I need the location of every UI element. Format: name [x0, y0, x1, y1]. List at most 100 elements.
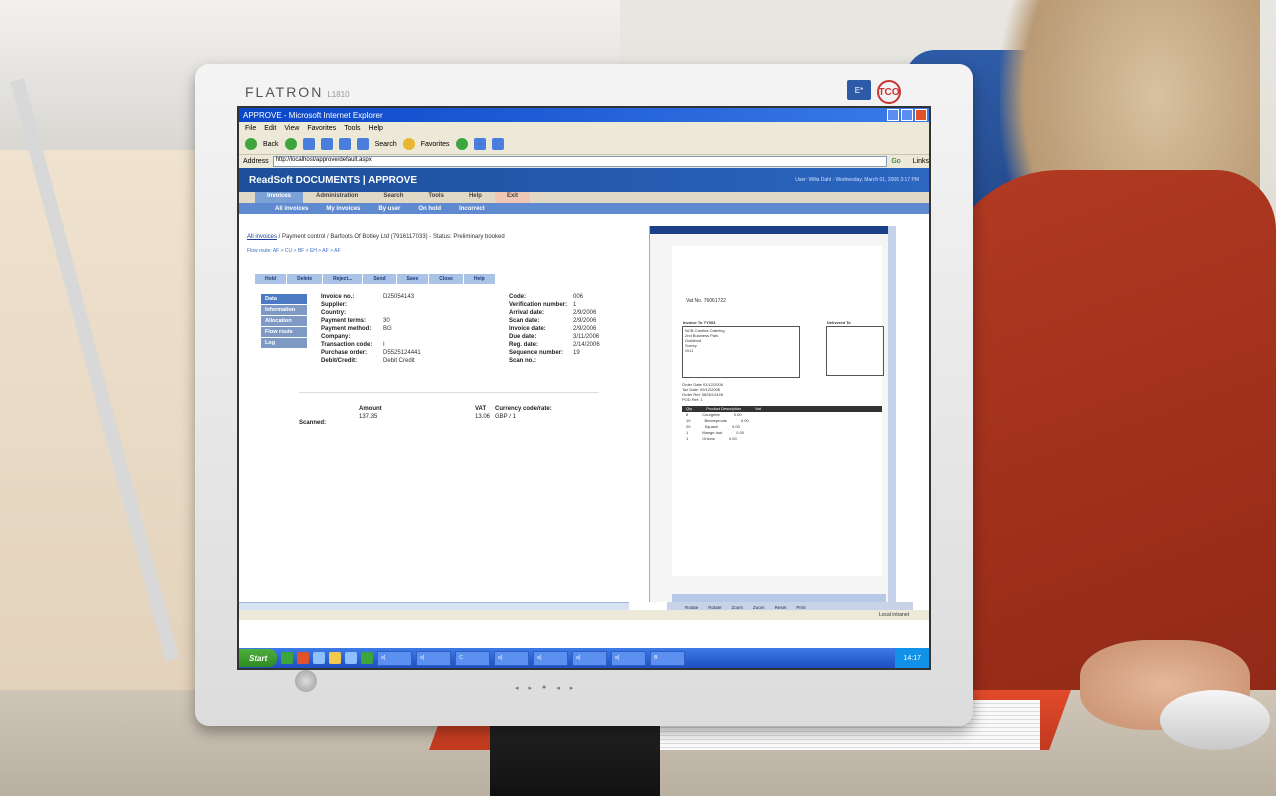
print-button[interactable]: Print [796, 605, 805, 610]
monitor-button[interactable]: ▸ [529, 684, 533, 692]
search-icon[interactable] [356, 138, 369, 150]
minimize-icon[interactable] [887, 109, 899, 121]
favorites-icon[interactable] [402, 138, 415, 150]
flow-route[interactable]: Flow route: AF > CU > BF > EH > AF > AF [247, 248, 341, 254]
field-label: Due date: [509, 334, 537, 340]
subtab-by-user[interactable]: By user [378, 206, 400, 212]
help-button[interactable]: Help [463, 274, 495, 284]
nav-data[interactable]: Data [261, 294, 307, 304]
clock[interactable]: 14:17 [903, 655, 921, 662]
tab-tools[interactable]: Tools [416, 192, 456, 203]
subtab-all-invoices[interactable]: All invoices [275, 206, 308, 212]
scanned-currency[interactable]: GBP / 1 [495, 414, 516, 420]
menu-view[interactable]: View [284, 125, 299, 132]
main-content: All invoices / Payment control / Barfoot… [239, 226, 929, 668]
field-value[interactable]: D25054143 [383, 294, 473, 302]
quicklaunch-icon[interactable] [313, 652, 326, 664]
favorites-button-label[interactable]: Favorites [421, 141, 450, 148]
monitor-brand: FLATRON L1810 [245, 84, 350, 100]
delete-button[interactable]: Delete [287, 274, 323, 284]
tab-exit[interactable]: Exit [494, 192, 530, 203]
taskbar-task[interactable]: e] [494, 650, 530, 666]
breadcrumb-all-invoices[interactable]: All invoices [247, 234, 277, 240]
security-zone: Local intranet [878, 612, 909, 618]
tab-search[interactable]: Search [371, 192, 415, 203]
taskbar-task[interactable]: e] [533, 650, 569, 666]
field-value[interactable]: D5525124441 [383, 350, 473, 358]
tab-administration[interactable]: Administration [304, 192, 370, 203]
media-icon[interactable] [455, 138, 468, 150]
monitor-button[interactable]: ◂ [515, 684, 519, 692]
zoom-in-button[interactable]: Zoom [732, 605, 744, 610]
debit-credit-radio[interactable]: Debit Credit [383, 358, 473, 366]
taskbar-task[interactable]: e] [611, 650, 647, 666]
nav-allocation[interactable]: Allocation [261, 316, 307, 326]
search-button-label[interactable]: Search [375, 141, 397, 148]
monitor-button[interactable]: ◂ [556, 684, 560, 692]
rotate-right-button[interactable]: Rotate [708, 605, 721, 610]
field-label: Supplier: [321, 302, 348, 308]
field-row: Invoice date: 2/9/2006 [509, 326, 663, 334]
reject-button[interactable]: Reject... [323, 274, 363, 284]
tab-invoices[interactable]: Invoices [255, 192, 304, 203]
field-value[interactable]: I [383, 342, 473, 350]
image-horizontal-scrollbar[interactable] [672, 594, 886, 602]
forward-icon[interactable] [284, 138, 297, 150]
taskbar-task[interactable]: e] [572, 650, 608, 666]
field-value[interactable] [383, 302, 473, 310]
maximize-icon[interactable] [901, 109, 913, 121]
subtab-on-hold[interactable]: On hold [418, 206, 441, 212]
home-icon[interactable] [338, 138, 351, 150]
back-button-label[interactable]: Back [263, 141, 279, 148]
mail-icon[interactable] [473, 138, 486, 150]
monitor-button[interactable]: ▸ [570, 684, 574, 692]
menu-help[interactable]: Help [369, 125, 383, 132]
field-value[interactable]: 30 [383, 318, 473, 326]
quicklaunch-icon[interactable] [361, 652, 374, 664]
quicklaunch-icon[interactable] [281, 652, 294, 664]
field-value[interactable] [383, 310, 473, 318]
scanned-vat[interactable]: 13.06 [475, 414, 490, 420]
quicklaunch-icon[interactable] [345, 652, 358, 664]
menu-favorites[interactable]: Favorites [307, 125, 336, 132]
menu-file[interactable]: File [245, 125, 256, 132]
taskbar-task[interactable]: C [455, 650, 491, 666]
nav-information[interactable]: Information [261, 305, 307, 315]
field-value[interactable]: BG [383, 326, 473, 334]
hold-button[interactable]: Hold [255, 274, 287, 284]
nav-flow-route[interactable]: Flow route [261, 327, 307, 337]
monitor-button[interactable]: ● [542, 684, 546, 692]
field-label: Debit/Credit: [321, 358, 357, 364]
print-icon[interactable] [491, 138, 504, 150]
quicklaunch-icon[interactable] [297, 652, 310, 664]
stop-icon[interactable] [302, 138, 315, 150]
rotate-left-button[interactable]: Rotate [685, 605, 698, 610]
menu-tools[interactable]: Tools [344, 125, 360, 132]
image-vertical-scrollbar[interactable] [888, 226, 896, 602]
field-value[interactable] [383, 334, 473, 342]
menu-edit[interactable]: Edit [264, 125, 276, 132]
address-input[interactable]: http://localhost/approve/default.aspx [272, 156, 888, 167]
close-icon[interactable] [915, 109, 927, 121]
tab-help[interactable]: Help [457, 192, 494, 203]
subtab-my-invoices[interactable]: My invoices [326, 206, 360, 212]
send-button[interactable]: Send [363, 274, 396, 284]
close-button[interactable]: Close [429, 274, 463, 284]
taskbar-task[interactable]: B [650, 650, 686, 666]
nav-log[interactable]: Log [261, 338, 307, 348]
field-row: Scan date: 2/9/2006 [509, 318, 663, 326]
start-button[interactable]: Start [239, 649, 278, 667]
links-label[interactable]: Links [913, 158, 929, 165]
go-button[interactable]: Go [891, 158, 908, 165]
back-icon[interactable] [245, 138, 257, 150]
tco-icon: TCO [877, 80, 901, 104]
refresh-icon[interactable] [320, 138, 333, 150]
taskbar-task[interactable]: e] [416, 650, 452, 666]
reset-button[interactable]: Reset [775, 605, 787, 610]
save-button[interactable]: Save [396, 274, 429, 284]
scanned-amount[interactable]: 137.35 [359, 414, 377, 420]
zoom-out-button[interactable]: Zoom [753, 605, 765, 610]
subtab-incorrect[interactable]: Incorrect [459, 206, 485, 212]
taskbar-task[interactable]: e] [377, 650, 413, 666]
quicklaunch-icon[interactable] [329, 652, 342, 664]
